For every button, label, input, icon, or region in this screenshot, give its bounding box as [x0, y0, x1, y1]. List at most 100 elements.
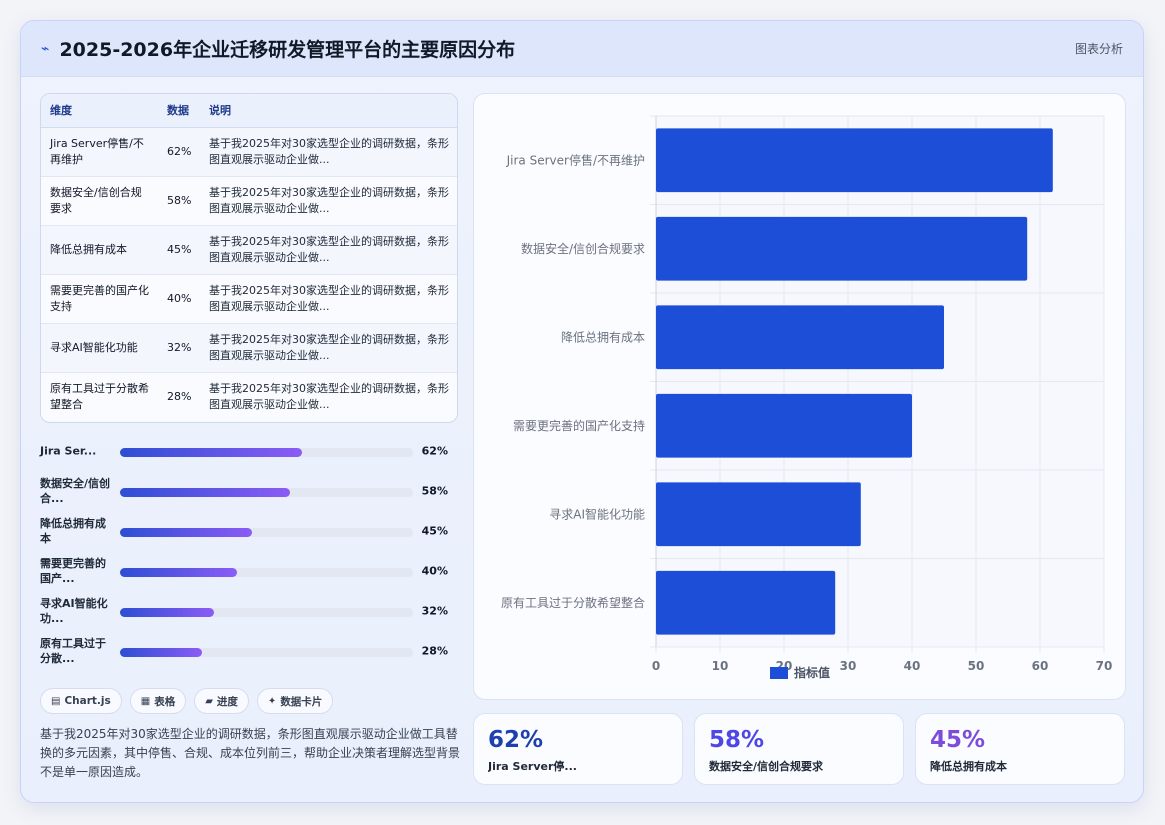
table-icon: ▦: [140, 695, 151, 707]
progress-track: [120, 608, 413, 617]
y-tick-label: 原有工具过于分散希望整合: [501, 595, 645, 610]
progress-track: [120, 488, 413, 497]
bar-3: [656, 305, 944, 370]
x-tick-label: 30: [840, 659, 857, 673]
progress-percent: 40%: [421, 564, 448, 578]
progress-label: 数据安全/信创合...: [40, 477, 111, 505]
cell-value: 32%: [158, 323, 200, 373]
table-row: Jira Server停售/不再维护 62% 基于我2025年对30家选型企业的…: [41, 127, 457, 177]
cell-note: 基于我2025年对30家选型企业的调研数据，条形图直观展示驱动企业做...: [200, 274, 457, 324]
legend-label: 指标值: [794, 665, 830, 680]
chip-progress[interactable]: ▰ 进度: [194, 688, 249, 714]
x-tick-label: 0: [652, 659, 660, 673]
progress-label: 需要更完善的国产...: [40, 557, 106, 585]
cell-note: 基于我2025年对30家选型企业的调研数据，条形图直观展示驱动企业做...: [200, 176, 457, 226]
stat-caption: 降低总拥有成本: [930, 760, 1007, 773]
progress-item: Jira Ser... 62%: [40, 431, 458, 471]
cell-dimension: 需要更完善的国产化支持: [41, 274, 158, 324]
table-row: 寻求AI智能化功能 32% 基于我2025年对30家选型企业的调研数据，条形图直…: [41, 323, 457, 373]
progress-label: Jira Ser...: [40, 444, 97, 458]
x-tick-label: 60: [1032, 659, 1049, 673]
progress-track: [120, 448, 413, 457]
progress-track: [120, 528, 413, 537]
y-tick-label: 寻求AI智能化功能: [549, 506, 645, 521]
progress-item: 降低总拥有成本 45%: [40, 511, 458, 551]
bar-chart: Jira Server停售/不再维护 数据安全/信创合规要求 降低总拥有成本 需要更完…: [473, 93, 1126, 700]
progress-item: 需要更完善的国产... 40%: [40, 551, 458, 591]
progress-percent: 28%: [421, 644, 448, 658]
pulse-icon: ⌁: [41, 40, 50, 57]
progress-fill: [120, 448, 302, 457]
dashboard-card: ⌁ 2025-2026年企业迁移研发管理平台的主要原因分布 图表分析 维度 数据…: [20, 20, 1144, 803]
progress-percent: 62%: [421, 444, 448, 458]
cell-value: 58%: [158, 176, 200, 226]
bar-6: [656, 570, 836, 635]
cell-value: 45%: [158, 225, 200, 275]
bar-chart-svg: Jira Server停售/不再维护数据安全/信创合规要求降低总拥有成本需要更完…: [501, 115, 1113, 680]
progress-percent: 32%: [421, 604, 448, 618]
bar-5: [656, 482, 861, 547]
cell-value: 62%: [158, 127, 200, 177]
table-row: 原有工具过于分散希望整合 28% 基于我2025年对30家选型企业的调研数据，条…: [41, 372, 457, 421]
cell-dimension: 原有工具过于分散希望整合: [41, 372, 158, 421]
progress-item: 寻求AI智能化功... 32%: [40, 591, 458, 631]
y-tick-label: 降低总拥有成本: [561, 330, 645, 344]
cell-dimension: 寻求AI智能化功能: [41, 323, 158, 373]
progress-label: 降低总拥有成本: [40, 517, 106, 545]
stat-value: 58%: [709, 727, 765, 753]
progress-fill: [120, 608, 214, 617]
progress-item: 数据安全/信创合... 58%: [40, 471, 458, 511]
progress-track: [120, 568, 413, 577]
stat-value: 62%: [488, 727, 544, 753]
stat-value: 45%: [930, 727, 986, 753]
x-tick-label: 50: [968, 659, 985, 673]
table-row: 降低总拥有成本 45% 基于我2025年对30家选型企业的调研数据，条形图直观展…: [41, 225, 457, 275]
progress-percent: 45%: [421, 524, 448, 538]
table-row: 数据安全/信创合规要求 58% 基于我2025年对30家选型企业的调研数据，条形…: [41, 176, 457, 226]
stat-card: 45% 降低总拥有成本: [915, 713, 1125, 785]
table-row: 需要更完善的国产化支持 40% 基于我2025年对30家选型企业的调研数据，条形…: [41, 274, 457, 324]
cell-dimension: 降低总拥有成本: [41, 225, 158, 275]
stat-card: 62% Jira Server停...: [473, 713, 683, 785]
progress-percent: 58%: [421, 484, 448, 498]
legend-swatch: [770, 667, 788, 679]
cell-note: 基于我2025年对30家选型企业的调研数据，条形图直观展示驱动企业做...: [200, 323, 457, 373]
progress-track: [120, 648, 413, 657]
chip-label: 数据卡片: [280, 695, 323, 708]
data-table: 维度 数据 说明 Jira Server停售/不再维护 62% 基于我2025年…: [40, 93, 458, 423]
header: ⌁ 2025-2026年企业迁移研发管理平台的主要原因分布 图表分析: [21, 21, 1143, 77]
chip-table[interactable]: ▦ 表格: [129, 688, 187, 714]
progress-fill: [120, 568, 238, 577]
chip-chartjs[interactable]: ▤ Chart.js: [40, 688, 122, 714]
description-text: 基于我2025年对30家选型企业的调研数据，条形图直观展示驱动企业做工具替换的多…: [40, 727, 461, 779]
x-tick-label: 10: [712, 659, 729, 673]
header-tag[interactable]: 图表分析: [1075, 40, 1123, 57]
x-tick-label: 40: [904, 659, 921, 673]
cell-note: 基于我2025年对30家选型企业的调研数据，条形图直观展示驱动企业做...: [200, 225, 457, 275]
x-tick-label: 70: [1096, 659, 1113, 673]
y-tick-label: 需要更完善的国产化支持: [513, 418, 645, 433]
tech-chips: ▤ Chart.js ▦ 表格 ▰ 进度 ✦ 数据卡片: [40, 688, 334, 714]
cell-dimension: 数据安全/信创合规要求: [41, 176, 158, 226]
progress-label: 寻求AI智能化功...: [40, 597, 108, 625]
stat-card: 58% 数据安全/信创合规要求: [694, 713, 904, 785]
y-tick-label: 数据安全/信创合规要求: [521, 241, 645, 256]
progress-label: 原有工具过于分散...: [40, 637, 106, 665]
chip-label: 表格: [154, 695, 176, 708]
stat-caption: 数据安全/信创合规要求: [709, 760, 824, 773]
chart-icon: ▤: [51, 695, 61, 707]
cell-note: 基于我2025年对30家选型企业的调研数据，条形图直观展示驱动企业做...: [200, 127, 457, 177]
stat-caption: Jira Server停...: [488, 760, 577, 773]
progress-fill: [120, 488, 290, 497]
progress-item: 原有工具过于分散... 28%: [40, 631, 458, 671]
table-header-note: 说明: [200, 94, 457, 128]
progress-fill: [120, 648, 203, 657]
card-icon: ✦: [267, 695, 277, 707]
table-header-value: 数据: [158, 94, 200, 128]
bar-2: [656, 216, 1028, 281]
chip-label: Chart.js: [64, 695, 111, 707]
chip-label: 进度: [216, 695, 238, 708]
chip-data-card[interactable]: ✦ 数据卡片: [256, 688, 334, 714]
cell-value: 28%: [158, 372, 200, 421]
cell-dimension: Jira Server停售/不再维护: [41, 127, 158, 177]
